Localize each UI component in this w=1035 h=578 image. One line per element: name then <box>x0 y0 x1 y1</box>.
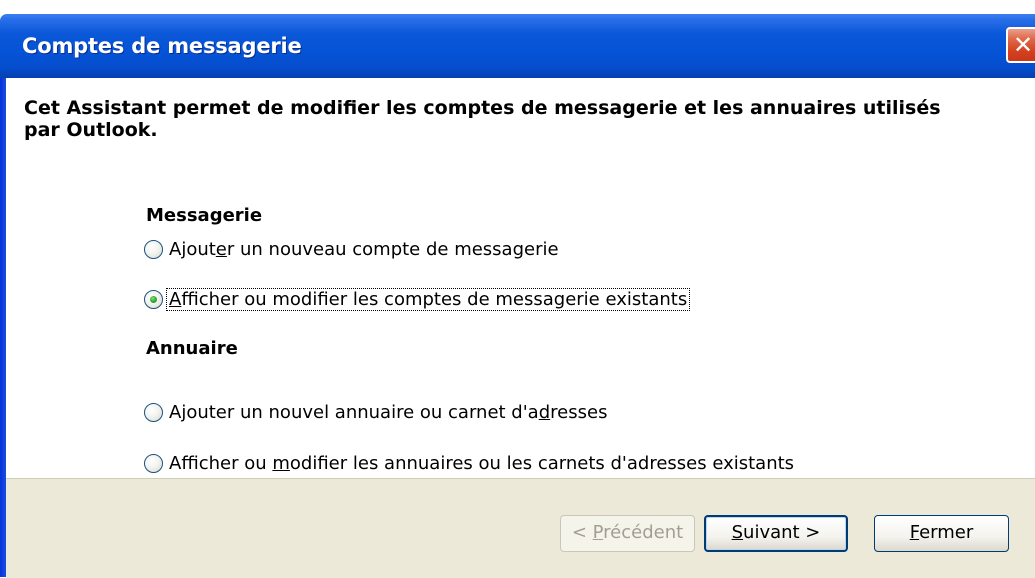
radio-view-directories[interactable]: Afficher ou modifier les annuaires ou le… <box>144 450 796 476</box>
close-icon: ✕ <box>1013 31 1034 59</box>
radio-label[interactable]: Afficher ou modifier les annuaires ou le… <box>167 453 796 474</box>
radio-label[interactable]: Ajouter un nouveau compte de messagerie <box>167 239 561 260</box>
back-button[interactable]: < Précédent <box>560 515 695 552</box>
section-title-messagerie: Messagerie <box>146 205 263 226</box>
radio-icon[interactable] <box>144 402 163 422</box>
radio-icon-selected[interactable] <box>144 289 163 309</box>
radio-add-directory[interactable]: Ajouter un nouvel annuaire ou carnet d'a… <box>144 399 609 425</box>
close-button[interactable]: ✕ <box>1006 27 1035 63</box>
radio-add-mail-account[interactable]: Ajouter un nouveau compte de messagerie <box>144 236 561 262</box>
section-title-annuaire: Annuaire <box>146 338 238 359</box>
radio-label[interactable]: Ajouter un nouvel annuaire ou carnet d'a… <box>167 402 609 423</box>
dialog-window: Comptes de messagerie ✕ Cet Assistant pe… <box>0 0 1035 578</box>
intro-text: Cet Assistant permet de modifier les com… <box>24 97 941 141</box>
window-title: Comptes de messagerie <box>22 34 302 58</box>
radio-icon[interactable] <box>144 239 163 259</box>
next-button[interactable]: Suivant > <box>704 515 848 552</box>
radio-label[interactable]: Afficher ou modifier les comptes de mess… <box>165 287 691 311</box>
radio-icon[interactable] <box>144 453 163 473</box>
window-top-margin <box>0 0 1035 14</box>
close-dialog-button[interactable]: Fermer <box>874 515 1009 552</box>
radio-view-mail-accounts[interactable]: Afficher ou modifier les comptes de mess… <box>144 286 691 312</box>
